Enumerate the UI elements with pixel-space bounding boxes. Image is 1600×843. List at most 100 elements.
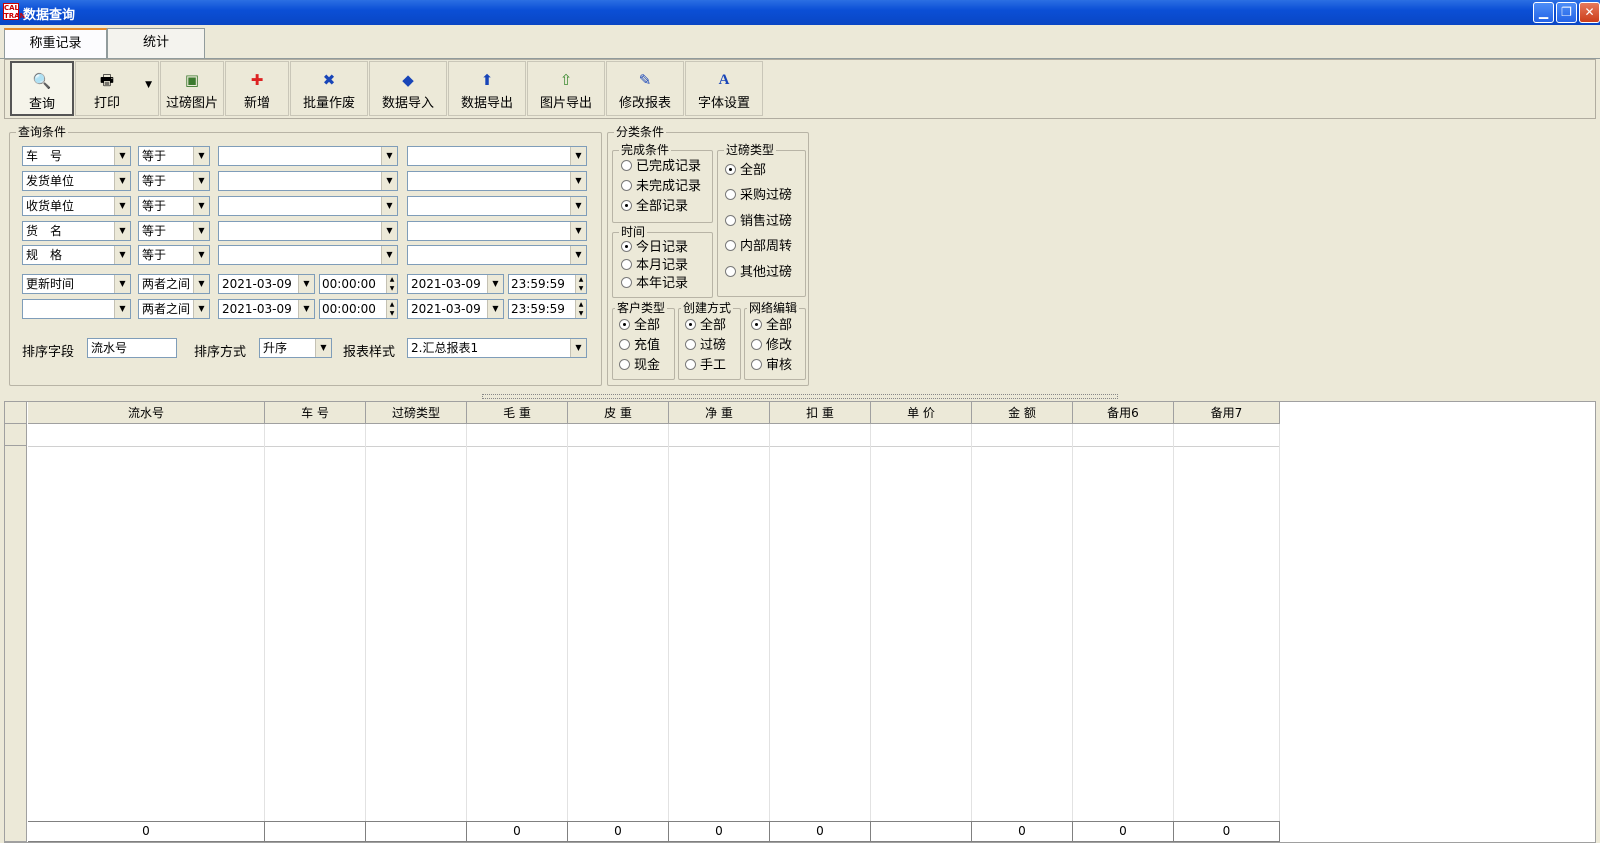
column-header[interactable]: 车 号 [265, 402, 366, 424]
value-select-1[interactable]: ▼ [218, 196, 398, 216]
close-button[interactable]: ✕ [1579, 2, 1600, 23]
value-select-2[interactable]: ▼ [407, 196, 587, 216]
radio-dot [621, 180, 632, 191]
data-export-button[interactable]: ⬆ 数据导出 [448, 61, 526, 116]
column-header[interactable]: 金 额 [972, 402, 1073, 424]
print-button[interactable]: 🖶 打印 ▼ [75, 61, 159, 116]
radio-weigh-all[interactable]: 全部 [725, 163, 766, 179]
image-export-icon: ⇧ [559, 71, 573, 89]
column-header[interactable]: 备用6 [1073, 402, 1174, 424]
add-button[interactable]: ✚ 新增 [225, 61, 289, 116]
radio-customer-all[interactable]: 全部 [619, 318, 660, 334]
radio-modify[interactable]: 修改 [751, 338, 792, 354]
column-header[interactable]: 扣 重 [770, 402, 871, 424]
field-select[interactable]: 收货单位 ▼ [22, 196, 131, 216]
radio-this-month[interactable]: 本月记录 [621, 258, 688, 274]
radio-internal[interactable]: 内部周转 [725, 239, 792, 255]
radio-sales[interactable]: 销售过磅 [725, 214, 792, 230]
field-select[interactable]: 发货单位 ▼ [22, 171, 131, 191]
radio-dot [751, 359, 762, 370]
radio-network-all[interactable]: 全部 [751, 318, 792, 334]
operator-select[interactable]: 等于 ▼ [138, 221, 210, 241]
column-header[interactable]: 单 价 [871, 402, 972, 424]
start-date-picker[interactable]: 2021-03-09 ▼ [218, 299, 315, 319]
panel-splitter[interactable] [482, 394, 1118, 399]
end-date-picker[interactable]: 2021-03-09 ▼ [407, 274, 504, 294]
radio-all-records[interactable]: 全部记录 [621, 199, 688, 215]
operator-select[interactable]: 等于 ▼ [138, 171, 210, 191]
time-field-select[interactable]: ▼ [22, 299, 131, 319]
operator-select[interactable]: 等于 ▼ [138, 146, 210, 166]
batch-void-button[interactable]: ✖ 批量作废 [290, 61, 368, 116]
image-export-button[interactable]: ⇧ 图片导出 [527, 61, 605, 116]
weigh-image-button[interactable]: ▣ 过磅图片 [160, 61, 224, 116]
font-settings-button[interactable]: A 字体设置 [685, 61, 763, 116]
field-select[interactable]: 车 号 ▼ [22, 146, 131, 166]
radio-dot [619, 319, 630, 330]
sort-mode-select[interactable]: 升序 ▼ [259, 338, 332, 358]
end-date-picker[interactable]: 2021-03-09 ▼ [407, 299, 504, 319]
radio-cash[interactable]: 现金 [619, 358, 660, 374]
column-header[interactable]: 备用7 [1174, 402, 1280, 424]
value-select-2[interactable]: ▼ [407, 221, 587, 241]
end-time-spinner[interactable]: 23:59:59 ▲ ▼ [508, 274, 587, 294]
report-style-select[interactable]: 2.汇总报表1 ▼ [407, 338, 587, 358]
column-header[interactable]: 皮 重 [568, 402, 669, 424]
radio-dot [751, 319, 762, 330]
row-indicator[interactable] [5, 424, 27, 446]
start-date-picker[interactable]: 2021-03-09 ▼ [218, 274, 315, 294]
tab-weighing-records[interactable]: 称重记录 [4, 28, 107, 59]
operator-select[interactable]: 等于 ▼ [138, 196, 210, 216]
time-field-select[interactable]: 更新时间 ▼ [22, 274, 131, 294]
time-operator-select[interactable]: 两者之间 ▼ [138, 274, 210, 294]
pen-icon: ✎ [638, 71, 652, 89]
column-body [467, 402, 568, 842]
radio-create-all[interactable]: 全部 [685, 318, 726, 334]
field-select[interactable]: 规 格 ▼ [22, 245, 131, 265]
column-body [568, 402, 669, 842]
field-select[interactable]: 货 名 ▼ [22, 221, 131, 241]
data-import-button[interactable]: ◆ 数据导入 [369, 61, 447, 116]
minimize-button[interactable]: ▁ [1533, 2, 1554, 23]
radio-completed[interactable]: 已完成记录 [621, 159, 701, 175]
radio-dot [685, 339, 696, 350]
radio-other[interactable]: 其他过磅 [725, 265, 792, 281]
restore-button[interactable]: ❐ [1556, 2, 1577, 23]
customer-type-group: 客户类型 全部 充值 现金 [612, 301, 675, 380]
radio-dot [725, 240, 736, 251]
column-header[interactable]: 流水号 [28, 402, 265, 424]
x-icon: ✖ [322, 71, 336, 89]
radio-audit[interactable]: 审核 [751, 358, 792, 374]
radio-weighing[interactable]: 过磅 [685, 338, 726, 354]
add-label: 新增 [243, 96, 270, 111]
radio-manual[interactable]: 手工 [685, 358, 726, 374]
footer-cell [265, 821, 366, 842]
records-grid[interactable]: 流水号 车 号 过磅类型 毛 重 皮 重 净 重 扣 重 单 价 金 额 备用6… [4, 401, 1596, 843]
completion-legend: 完成条件 [619, 143, 672, 157]
edit-report-button[interactable]: ✎ 修改报表 [606, 61, 684, 116]
value-select-2[interactable]: ▼ [407, 245, 587, 265]
value-select-1[interactable]: ▼ [218, 245, 398, 265]
value-select-2[interactable]: ▼ [407, 146, 587, 166]
chevron-down-icon[interactable]: ▼ [145, 80, 152, 90]
column-header[interactable]: 毛 重 [467, 402, 568, 424]
radio-recharge[interactable]: 充值 [619, 338, 660, 354]
value-select-2[interactable]: ▼ [407, 171, 587, 191]
operator-select[interactable]: 等于 ▼ [138, 245, 210, 265]
tab-statistics[interactable]: 统计 [107, 28, 205, 58]
column-header[interactable]: 过磅类型 [366, 402, 467, 424]
radio-this-year[interactable]: 本年记录 [621, 276, 688, 292]
radio-uncompleted[interactable]: 未完成记录 [621, 179, 701, 195]
end-time-spinner[interactable]: 23:59:59 ▲ ▼ [508, 299, 587, 319]
sort-field-input[interactable]: 流水号 [87, 338, 177, 358]
query-button[interactable]: 🔍 查询 [10, 61, 74, 116]
value-select-1[interactable]: ▼ [218, 221, 398, 241]
radio-today[interactable]: 今日记录 [621, 240, 688, 256]
time-operator-select[interactable]: 两者之间 ▼ [138, 299, 210, 319]
value-select-1[interactable]: ▼ [218, 171, 398, 191]
radio-purchase[interactable]: 采购过磅 [725, 188, 792, 204]
value-select-1[interactable]: ▼ [218, 146, 398, 166]
column-header[interactable]: 净 重 [669, 402, 770, 424]
start-time-spinner[interactable]: 00:00:00 ▲ ▼ [319, 299, 398, 319]
start-time-spinner[interactable]: 00:00:00 ▲ ▼ [319, 274, 398, 294]
